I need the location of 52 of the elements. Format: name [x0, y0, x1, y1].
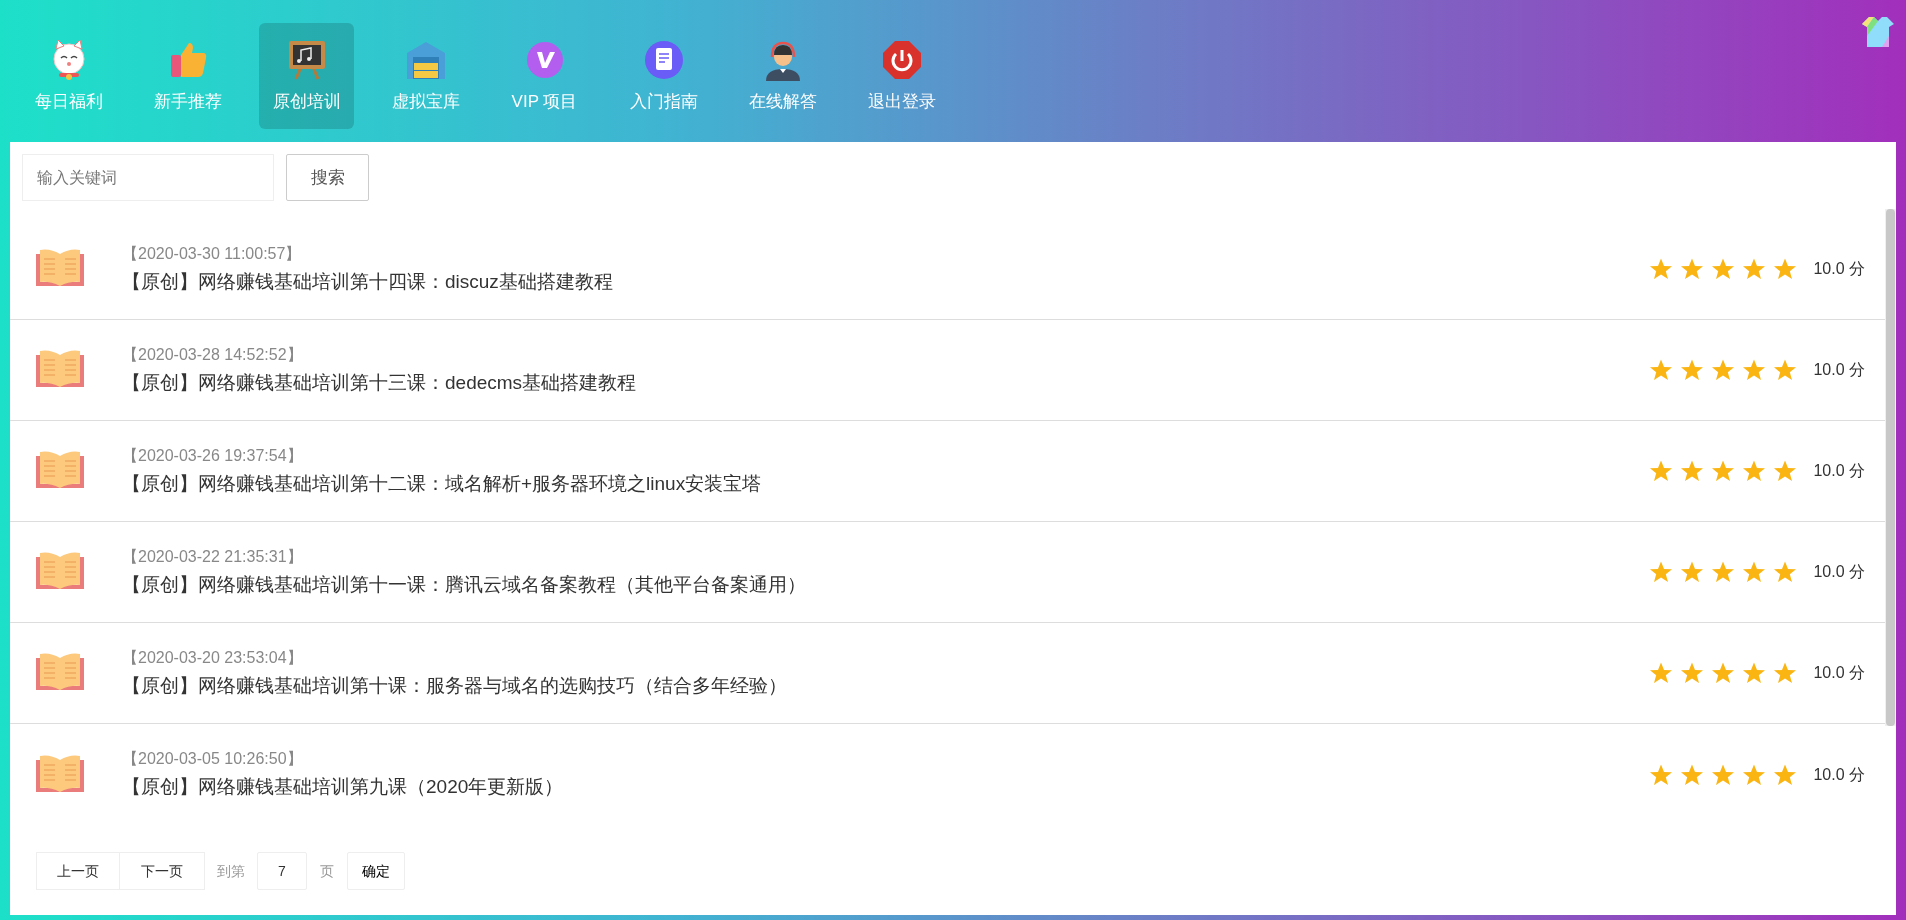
star-icon	[1773, 560, 1798, 584]
article-title[interactable]: 【原创】网络赚钱基础培训第十一课：腾讯云域名备案教程（其他平台备案通用）	[122, 570, 1650, 600]
star-icon	[1680, 358, 1705, 382]
star-icon	[1680, 560, 1705, 584]
star-icon	[1742, 459, 1767, 483]
article-title[interactable]: 【原创】网络赚钱基础培训第十课：服务器与域名的选购技巧（结合多年经验）	[122, 671, 1650, 701]
article-date: 【2020-03-20 23:53:04】	[122, 647, 304, 668]
search-field[interactable]: 输入关键词	[22, 154, 274, 201]
score: 10.0 分	[1813, 360, 1865, 380]
star-icon	[1773, 358, 1798, 382]
star-icon	[1742, 560, 1767, 584]
star-icon	[1711, 257, 1736, 281]
star-icon	[1680, 257, 1705, 281]
score: 10.0 分	[1813, 259, 1865, 279]
prev-page-button[interactable]: 上一页	[36, 852, 120, 890]
page-number-field[interactable]: 7	[257, 852, 307, 890]
score: 10.0 分	[1813, 461, 1865, 481]
star-icon	[1680, 661, 1705, 685]
goto-label: 到第	[217, 861, 245, 881]
search-button[interactable]: 搜索	[286, 154, 369, 201]
star-icon	[1649, 257, 1674, 281]
article-date: 【2020-03-22 21:35:31】	[122, 546, 304, 567]
star-icon	[1711, 560, 1736, 584]
article-date: 【2020-03-30 11:00:57】	[122, 243, 303, 264]
score: 10.0 分	[1813, 562, 1865, 582]
article-date: 【2020-03-26 19:37:54】	[122, 445, 304, 466]
star-icon	[1649, 661, 1674, 685]
article-date: 【2020-03-05 10:26:50】	[122, 749, 304, 770]
score: 10.0 分	[1813, 764, 1865, 785]
star-icon	[1742, 257, 1767, 281]
star-icon	[1711, 459, 1736, 483]
article-title[interactable]: 【原创】网络赚钱基础培训第十四课：discuz基础搭建教程	[122, 267, 1650, 297]
star-icon	[1773, 257, 1798, 281]
star-icon	[1773, 459, 1798, 483]
article-date: 【2020-03-28 14:52:52】	[122, 344, 304, 365]
star-icon	[1680, 459, 1705, 483]
article-title[interactable]: 【原创】网络赚钱基础培训第十二课：域名解析+服务器环境之linux安装宝塔	[122, 469, 1650, 499]
confirm-button[interactable]: 确定	[347, 852, 405, 890]
star-icon	[1649, 358, 1674, 382]
page-suffix: 页	[320, 861, 334, 881]
article-title[interactable]: 【原创】网络赚钱基础培训第十三课：dedecms基础搭建教程	[122, 368, 1650, 398]
tshirt-icon[interactable]	[1860, 16, 1896, 48]
star-icon	[1711, 661, 1736, 685]
star-icon	[1742, 661, 1767, 685]
star-icon	[1773, 661, 1798, 685]
star-icon	[1649, 560, 1674, 584]
score: 10.0 分	[1813, 663, 1865, 683]
star-icon	[1742, 358, 1767, 382]
next-page-button[interactable]: 下一页	[120, 852, 205, 890]
star-icon	[1649, 459, 1674, 483]
article-title[interactable]: 【原创】网络赚钱基础培训第九课（2020年更新版）	[122, 773, 1650, 802]
star-icon	[1711, 358, 1736, 382]
